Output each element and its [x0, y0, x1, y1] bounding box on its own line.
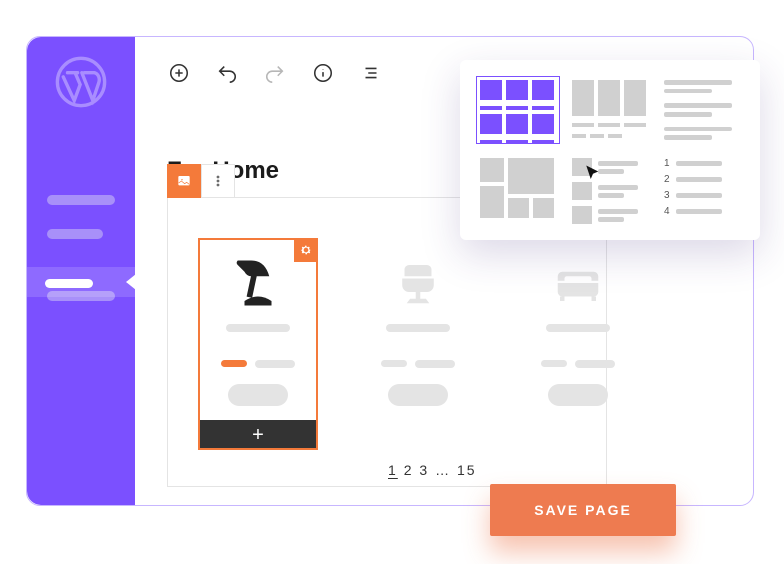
sidebar-item-1[interactable]	[47, 195, 115, 205]
lamp-icon	[231, 256, 285, 310]
skeleton-button	[228, 384, 288, 406]
product-card-sofa[interactable]	[518, 238, 638, 450]
skeleton-line	[386, 324, 450, 332]
save-page-button[interactable]: SAVE PAGE	[490, 484, 676, 536]
block-settings-button[interactable]	[294, 238, 318, 262]
pagination[interactable]: 1 2 3 … 15	[388, 462, 477, 478]
outline-button[interactable]	[359, 61, 383, 85]
product-card-lamp[interactable]: +	[198, 238, 318, 450]
layout-option-lines[interactable]	[664, 80, 740, 140]
add-block-button[interactable]	[167, 61, 191, 85]
info-button[interactable]	[311, 61, 335, 85]
sidebar-item-2[interactable]	[47, 229, 103, 239]
layout-option-grid[interactable]	[480, 80, 556, 140]
block-preview-tab[interactable]	[167, 164, 201, 198]
wordpress-logo-icon	[54, 55, 108, 109]
skeleton-line	[226, 324, 290, 332]
sofa-icon	[551, 256, 605, 310]
layout-option-masonry[interactable]	[480, 158, 556, 218]
redo-button[interactable]	[263, 61, 287, 85]
editor-toolbar	[167, 61, 383, 85]
block-more-tab[interactable]	[201, 164, 235, 198]
sidebar-item-active[interactable]	[27, 267, 135, 297]
add-inner-block-button[interactable]: +	[198, 420, 318, 450]
layout-option-columns[interactable]	[572, 80, 648, 140]
skeleton-button	[388, 384, 448, 406]
block-tab-bar	[167, 164, 235, 198]
cursor-icon	[584, 164, 602, 182]
skeleton-button	[548, 384, 608, 406]
admin-sidebar	[27, 37, 135, 505]
layout-chooser-popover: 1 2 3 4	[460, 60, 760, 240]
product-card-chair[interactable]	[358, 238, 478, 450]
chair-icon	[391, 256, 445, 310]
product-grid-block[interactable]: +	[167, 197, 607, 487]
undo-button[interactable]	[215, 61, 239, 85]
layout-option-numbered[interactable]: 1 2 3 4	[664, 158, 740, 218]
skeleton-line	[546, 324, 610, 332]
